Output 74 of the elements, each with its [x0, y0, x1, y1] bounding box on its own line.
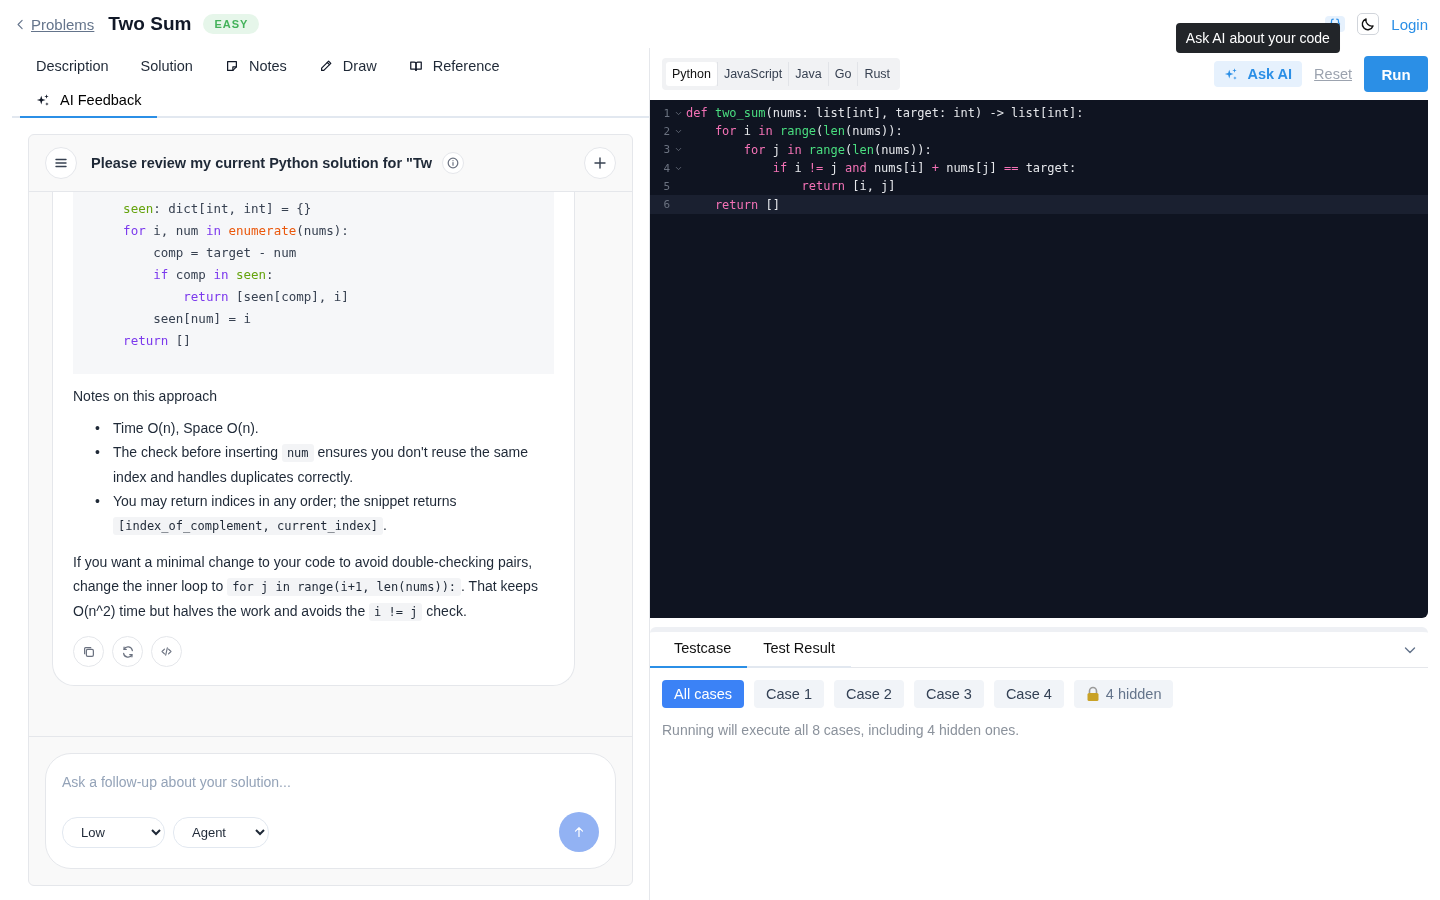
language-tab[interactable]: Rust: [857, 62, 897, 86]
pencil-icon: [318, 59, 333, 73]
code-line: return []: [122, 332, 192, 350]
code-line: seen: dict[int, int] = {}: [122, 200, 313, 218]
code-icon: [160, 645, 173, 658]
problem-title: Two Sum: [108, 13, 192, 35]
tab[interactable]: Testcase: [650, 632, 748, 668]
copy-icon: [81, 644, 96, 659]
sparkle-icon: [1223, 67, 1238, 81]
tab[interactable]: Solution: [124, 48, 209, 84]
code-line: for i in range(len(nums)):: [713, 124, 903, 139]
copy-button[interactable]: [73, 636, 104, 667]
tab[interactable]: Test Result: [747, 632, 851, 668]
code-line: return [seen[comp], i]: [182, 288, 350, 306]
line-number: 2: [662, 124, 670, 138]
effort-select[interactable]: Low: [62, 816, 165, 848]
cases-note: Running will execute all 8 cases, including 4 hidden ones.: [661, 721, 1021, 740]
line-number: 4: [662, 161, 670, 175]
bullet-marker: •: [95, 419, 101, 438]
theme-toggle[interactable]: [1357, 13, 1380, 35]
mode-select[interactable]: Agent: [173, 816, 269, 848]
line-number: 6: [662, 198, 670, 212]
lock-icon: [1085, 686, 1100, 702]
bullet-marker: •: [95, 443, 101, 462]
code-line: def two_sum(nums: list[int], target: int) -> list[int]:: [686, 106, 1084, 121]
language-tab[interactable]: JavaScript: [716, 62, 789, 86]
line-number: 5: [662, 179, 670, 193]
code-line: if i != j and nums[i] + nums[j] == target:: [771, 161, 1077, 176]
case-chip[interactable]: Case 2: [834, 680, 904, 708]
new-chat-button[interactable]: [584, 147, 616, 179]
chat-title: Please review my current Python solution for "Tw: [91, 155, 432, 171]
tab[interactable]: Draw: [302, 48, 393, 84]
book-icon: [408, 59, 423, 73]
case-chip[interactable]: All cases: [662, 680, 745, 708]
regenerate-button[interactable]: [112, 636, 143, 667]
code-line: return []: [713, 197, 780, 212]
bullet-text: Time O(n), Space O(n).: [113, 419, 259, 438]
case-chip[interactable]: Case 3: [913, 680, 984, 708]
language-tab[interactable]: Python: [666, 62, 717, 86]
notes-heading: Notes on this approach: [73, 388, 218, 404]
case-chip[interactable]: Case 1: [754, 680, 824, 708]
line-number: 1: [662, 106, 670, 120]
code-line: return [i, j]: [800, 179, 896, 194]
tab[interactable]: Reference: [392, 48, 516, 84]
feedback-paragraph: If you want a minimal change to your code to avoid double-checking pairs, change the inner loop to for j in range(i+1, len(nums)): . That keeps O(n^2) time but halves the work and avoids the i != j check.: [73, 553, 539, 623]
tab[interactable]: Description: [20, 48, 125, 84]
refresh-icon: [120, 644, 135, 659]
sparkle-icon: [36, 93, 50, 107]
plus-icon: [592, 155, 608, 171]
code-line: seen[num] = i: [152, 310, 253, 328]
code-button[interactable]: [151, 636, 182, 667]
tab[interactable]: Notes: [208, 48, 303, 84]
language-tab[interactable]: Go: [827, 62, 858, 86]
code-editor[interactable]: 1 def two_sum(nums: list[int], target: int) -> list[int]: 2 for i in range(len(nums)): 3 for j in range(len(nums)): 4 if i != j and nums[i] + nums[j] == target: 5 return [i, j] 6 return []: [650, 100, 1428, 618]
case-chip[interactable]: Case 4: [993, 680, 1064, 708]
code-line: comp = target - num: [152, 244, 298, 262]
language-tab[interactable]: Java: [788, 62, 828, 86]
note-icon: [224, 59, 239, 73]
bullet-text: You may return indices in any order; the snippet returns [index_of_complement, current_index] .: [113, 492, 458, 537]
code-line: if comp in seen:: [152, 266, 275, 284]
back-link[interactable]: Problems: [31, 15, 95, 33]
menu-button[interactable]: [45, 147, 77, 179]
bullet-marker: •: [95, 492, 101, 511]
code-line: for i, num in enumerate(nums):: [122, 222, 350, 240]
tooltip: Ask AI about your code: [1175, 23, 1340, 53]
info-icon: [446, 156, 460, 170]
line-number: 3: [662, 143, 670, 157]
info-button[interactable]: [442, 152, 464, 174]
arrow-up-icon: [572, 825, 586, 839]
code-line: for j in range(len(nums)):: [742, 142, 932, 157]
tab[interactable]: AI Feedback: [20, 82, 158, 118]
difficulty-badge: EASY: [203, 14, 260, 34]
case-chip[interactable]: 4 hidden: [1073, 680, 1174, 708]
bullet-text: The check before inserting num ensures you don't reuse the same index and handles duplicates correctly.: [113, 443, 529, 487]
